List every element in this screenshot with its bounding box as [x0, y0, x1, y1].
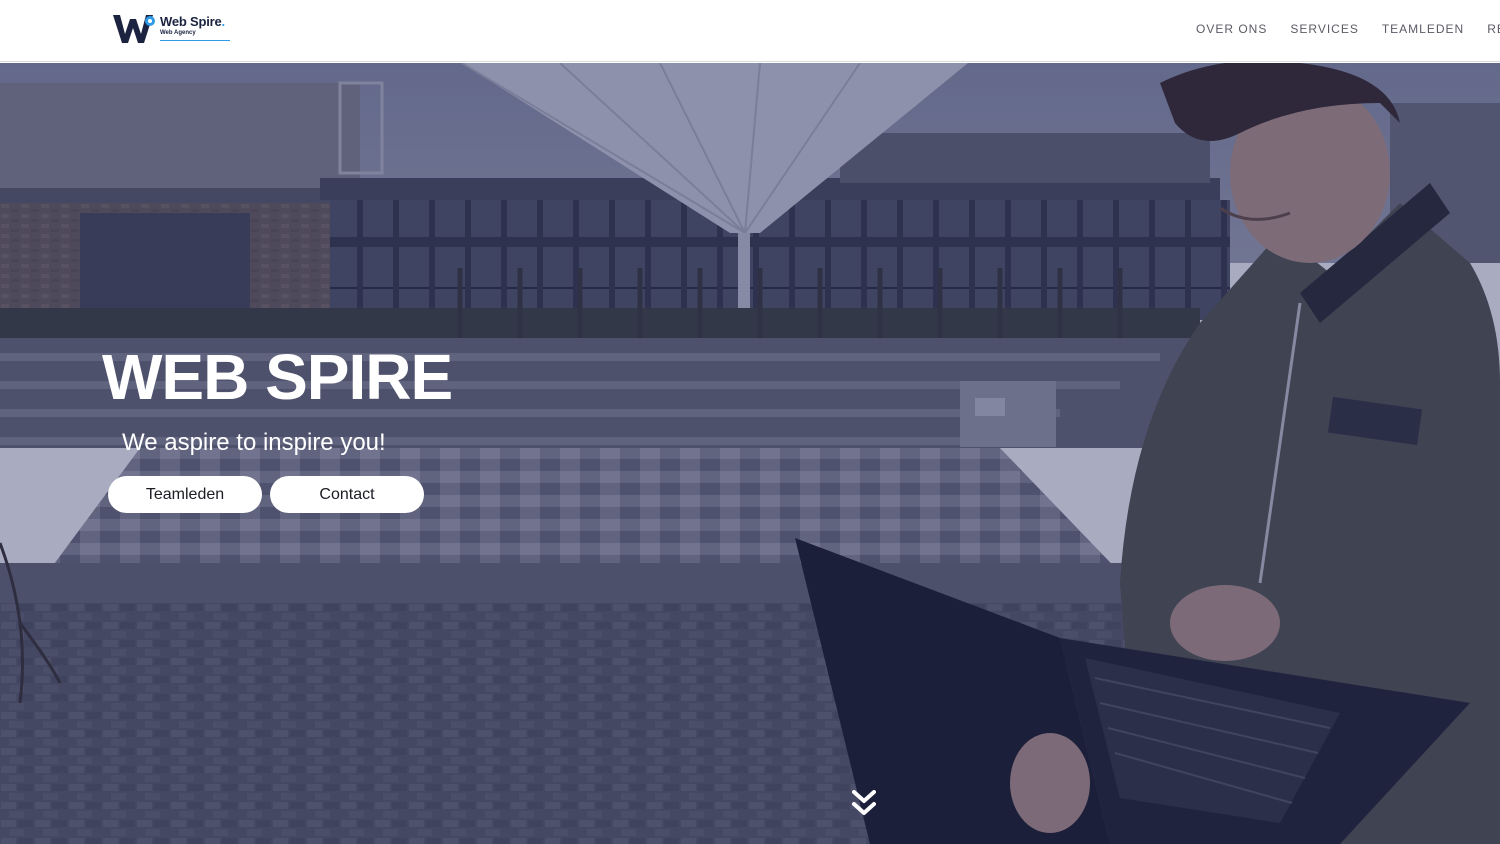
- teamleden-button[interactable]: Teamleden: [108, 476, 262, 513]
- nav-item-teamleden[interactable]: TEAMLEDEN: [1382, 22, 1464, 36]
- double-chevron-down-icon[interactable]: [852, 790, 876, 818]
- nav-item-realisaties[interactable]: REALISA: [1487, 22, 1500, 36]
- w-letter-logo-icon: [113, 15, 155, 43]
- site-header: Web Spire. Web Agency OVER ONS SERVICES …: [0, 0, 1500, 62]
- hero-title: WEB SPIRE: [102, 341, 453, 413]
- site-logo[interactable]: Web Spire. Web Agency: [112, 12, 237, 46]
- main-nav: OVER ONS SERVICES TEAMLEDEN REALISA: [1196, 22, 1500, 36]
- nav-item-over-ons[interactable]: OVER ONS: [1196, 22, 1267, 36]
- brand-tagline: Web Agency: [160, 30, 196, 36]
- hero-section: WEB SPIRE We aspire to inspire you! Team…: [0, 63, 1500, 844]
- nav-item-services[interactable]: SERVICES: [1290, 22, 1358, 36]
- hero-subtitle: We aspire to inspire you!: [122, 429, 386, 456]
- brand-name: Web Spire.: [160, 14, 225, 29]
- logo-underline: [160, 40, 230, 41]
- contact-button[interactable]: Contact: [270, 476, 424, 513]
